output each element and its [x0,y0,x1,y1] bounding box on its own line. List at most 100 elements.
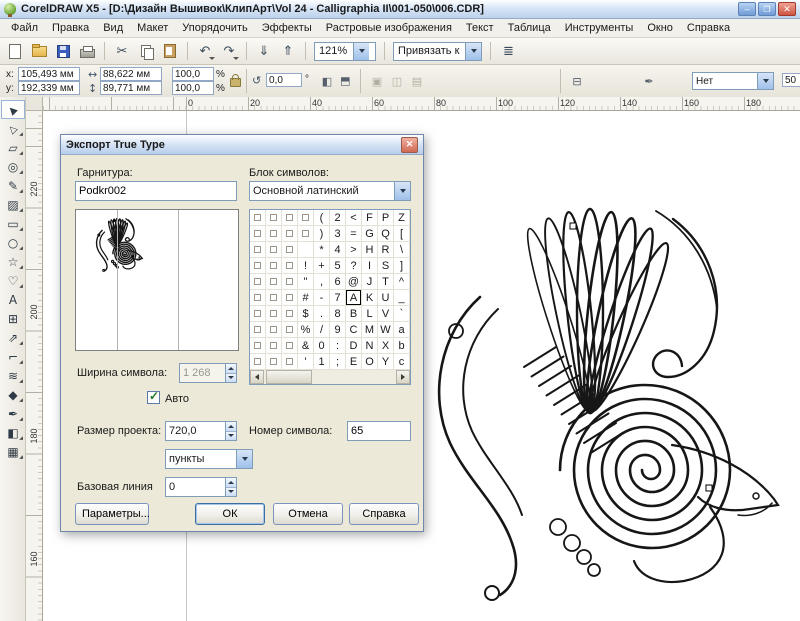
char-cell[interactable]: a [394,322,410,338]
menu-Макет[interactable]: Макет [130,20,175,36]
project-size-spinner[interactable]: 720,0 [165,421,237,441]
spin-up-icon[interactable] [226,478,236,488]
char-cell[interactable]: C [346,322,362,338]
char-cell[interactable] [266,354,282,370]
import-button[interactable]: ⇓ [253,40,275,62]
char-cell[interactable]: + [314,258,330,274]
char-cell[interactable]: S [378,258,394,274]
minimize-button[interactable] [738,2,756,16]
scroll-left-button[interactable] [250,370,264,384]
char-cell[interactable] [266,306,282,322]
text-wrap-button[interactable]: ⊟ [568,72,586,90]
x-position-field[interactable]: 105,493 мм [18,67,80,81]
char-cell[interactable]: Z [394,210,410,226]
char-cell[interactable] [266,210,282,226]
char-cell[interactable]: E [346,354,362,370]
tool-fill[interactable]: ◧ [1,423,25,442]
char-cell[interactable]: \ [394,242,410,258]
menu-Таблица[interactable]: Таблица [501,20,558,36]
char-cell[interactable] [266,226,282,242]
title-bar[interactable]: CorelDRAW X5 - [D:\Дизайн Вышивок\КлипАр… [0,0,800,19]
spinner-buttons[interactable] [225,421,237,441]
char-cell[interactable]: ? [346,258,362,274]
char-cell[interactable]: ) [314,226,330,242]
char-cell[interactable] [298,210,314,226]
spinner-buttons[interactable] [225,477,237,497]
char-cell[interactable]: T [378,274,394,290]
menu-Файл[interactable]: Файл [4,20,45,36]
char-cell[interactable]: ! [298,258,314,274]
baseline-spinner[interactable]: 0 [165,477,237,497]
char-grid-scrollbar[interactable] [250,370,410,384]
help-button[interactable]: Справка [349,503,419,525]
char-cell[interactable]: B [346,306,362,322]
char-cell[interactable] [250,306,266,322]
object-option-button-1[interactable]: ▣ [368,72,386,90]
char-cell[interactable]: K [362,290,378,306]
char-cell[interactable]: 2 [330,210,346,226]
char-cell[interactable]: 6 [330,274,346,290]
export-button[interactable]: ⇑ [277,40,299,62]
char-cell[interactable] [250,322,266,338]
spin-up-icon[interactable] [226,364,236,374]
char-cell[interactable]: ; [330,354,346,370]
char-cell[interactable] [250,226,266,242]
tool-zoom[interactable]: ◎ [1,157,25,176]
menu-Инструменты[interactable]: Инструменты [558,20,641,36]
char-cell[interactable]: > [346,242,362,258]
new-document-button[interactable] [4,40,26,62]
char-cell[interactable]: 9 [330,322,346,338]
canvas-artwork-bird[interactable] [420,205,800,605]
paste-button[interactable] [159,40,181,62]
char-cell[interactable]: U [378,290,394,306]
save-button[interactable] [52,40,74,62]
char-cell[interactable] [250,354,266,370]
auto-checkbox[interactable] [147,391,160,404]
char-cell[interactable]: W [378,322,394,338]
char-cell[interactable]: . [314,306,330,322]
char-cell[interactable] [282,210,298,226]
char-cell[interactable]: 7 [330,290,346,306]
char-cell[interactable] [250,258,266,274]
char-cell[interactable] [250,338,266,354]
char-cell[interactable]: Q [378,226,394,242]
mirror-vertical-button[interactable]: ◧ [337,72,355,90]
spin-down-icon[interactable] [226,432,236,441]
char-cell[interactable] [266,338,282,354]
char-cell[interactable] [282,258,298,274]
char-cell[interactable] [250,242,266,258]
tool-eyedropper[interactable]: ◆ [1,385,25,404]
char-cell[interactable]: 5 [330,258,346,274]
rotation-angle-field[interactable]: 0,0 [266,73,302,87]
char-cell[interactable] [250,210,266,226]
close-button[interactable] [778,2,796,16]
tool-outline-pen[interactable]: ✒ [1,404,25,423]
outline-pen-button[interactable]: ✒ [640,72,658,90]
vertical-ruler[interactable]: 220200180160 [26,111,43,621]
char-cell[interactable]: ` [394,306,410,322]
tool-basic-shapes[interactable]: ♡ [1,271,25,290]
spin-down-icon[interactable] [226,488,236,497]
char-cell[interactable]: R [378,242,394,258]
scale-x-field[interactable]: 100,0 [172,67,214,81]
parameters-button[interactable]: Параметры... [75,503,149,525]
options-button[interactable]: ≣ [497,40,519,62]
char-cell[interactable] [282,306,298,322]
tool-shape[interactable]: ▷ [1,119,25,138]
ok-button[interactable]: ОК [195,503,265,525]
char-width-spinner[interactable]: 1 268 [179,363,237,383]
char-cell[interactable]: , [314,274,330,290]
undo-button[interactable]: ↶ [194,40,216,62]
font-name-input[interactable] [75,181,237,201]
redo-button[interactable]: ↷ [218,40,240,62]
scale-y-field[interactable]: 100,0 [172,81,214,95]
char-cell[interactable]: : [330,338,346,354]
char-cell[interactable] [282,354,298,370]
menu-Текст[interactable]: Текст [459,20,501,36]
scroll-right-button[interactable] [396,370,410,384]
chevron-down-icon[interactable] [209,57,215,60]
tool-text[interactable]: A [1,290,25,309]
char-cell[interactable]: 3 [330,226,346,242]
char-cell[interactable] [282,322,298,338]
char-cell[interactable]: G [362,226,378,242]
